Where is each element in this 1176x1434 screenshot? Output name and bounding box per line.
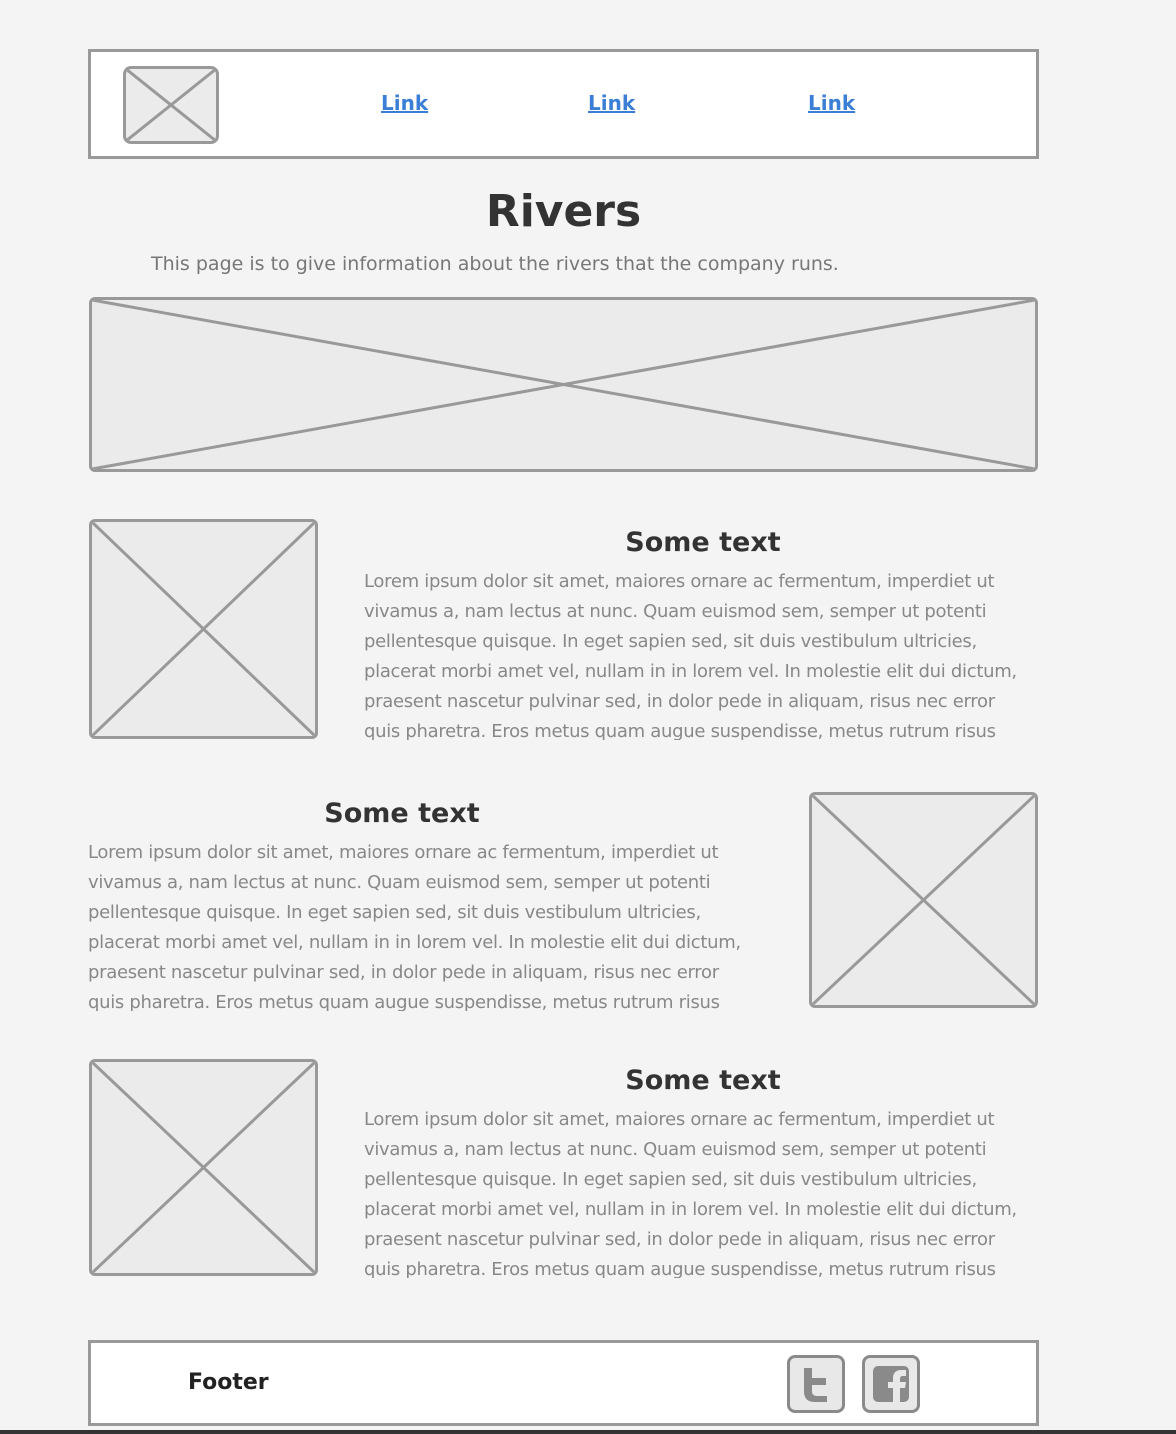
- section-2-image-placeholder: [809, 792, 1038, 1008]
- text-line: praesent nascetur pulvinar sed, in dolor…: [364, 1229, 995, 1250]
- text-line: Lorem ipsum dolor sit amet, maiores orna…: [88, 842, 719, 863]
- section-3-image-placeholder: [89, 1059, 318, 1276]
- text-line: placerat morbi amet vel, nullam in in lo…: [88, 932, 741, 953]
- text-line: praesent nascetur pulvinar sed, in dolor…: [88, 962, 719, 983]
- window-bottom-edge: [0, 1430, 1176, 1434]
- section-3-text: Lorem ipsum dolor sit amet, maiores orna…: [364, 1105, 1054, 1278]
- page-title: Rivers: [485, 186, 642, 237]
- text-line: pellentesque quisque. In eget sapien sed…: [364, 1169, 977, 1190]
- text-line: vivamus a, nam lectus at nunc. Quam euis…: [88, 872, 711, 893]
- text-line: pellentesque quisque. In eget sapien sed…: [88, 902, 701, 923]
- text-line: quis pharetra. Eros metus quam augue sus…: [364, 1259, 996, 1278]
- logo-image-placeholder: [123, 66, 219, 144]
- facebook-icon[interactable]: [862, 1355, 920, 1413]
- section-1-heading: Some text: [625, 527, 781, 558]
- section-3-heading: Some text: [625, 1065, 781, 1096]
- section-2-heading: Some text: [324, 798, 480, 829]
- text-line: praesent nascetur pulvinar sed, in dolor…: [364, 691, 995, 712]
- text-line: quis pharetra. Eros metus quam augue sus…: [364, 721, 996, 740]
- text-line: pellentesque quisque. In eget sapien sed…: [364, 631, 977, 652]
- section-2-text: Lorem ipsum dolor sit amet, maiores orna…: [88, 838, 778, 1011]
- page-intro: This page is to give information about t…: [151, 253, 839, 275]
- section-1-text: Lorem ipsum dolor sit amet, maiores orna…: [364, 567, 1054, 740]
- text-line: vivamus a, nam lectus at nunc. Quam euis…: [364, 1139, 987, 1160]
- section-1-image-placeholder: [89, 519, 318, 739]
- text-line: vivamus a, nam lectus at nunc. Quam euis…: [364, 601, 987, 622]
- text-line: quis pharetra. Eros metus quam augue sus…: [88, 992, 720, 1011]
- nav-link-3[interactable]: Link: [808, 91, 855, 115]
- text-line: placerat morbi amet vel, nullam in in lo…: [364, 1199, 1017, 1220]
- hero-image-placeholder: [89, 297, 1038, 472]
- text-line: Lorem ipsum dolor sit amet, maiores orna…: [364, 571, 995, 592]
- text-line: Lorem ipsum dolor sit amet, maiores orna…: [364, 1109, 995, 1130]
- twitter-icon[interactable]: [787, 1355, 845, 1413]
- text-line: placerat morbi amet vel, nullam in in lo…: [364, 661, 1017, 682]
- nav-link-1[interactable]: Link: [381, 91, 428, 115]
- header-bar: [88, 49, 1039, 159]
- nav-link-2[interactable]: Link: [588, 91, 635, 115]
- footer-label: Footer: [188, 1370, 269, 1395]
